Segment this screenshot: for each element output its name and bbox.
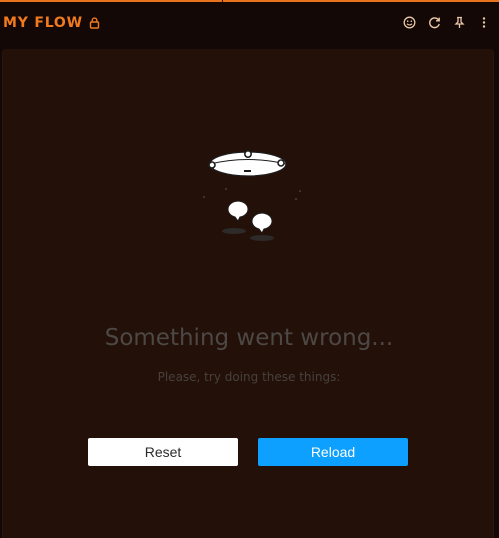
app-title: MY FLOW xyxy=(3,14,83,31)
refresh-icon[interactable] xyxy=(427,16,441,30)
smiley-icon[interactable] xyxy=(402,16,416,30)
pin-icon[interactable] xyxy=(452,16,466,30)
error-panel: Something went wrong... Please, try doin… xyxy=(2,49,494,538)
error-title: Something went wrong... xyxy=(104,325,394,351)
reset-button[interactable]: Reset xyxy=(88,438,238,466)
header-actions xyxy=(402,16,491,30)
error-subtitle: Please, try doing these things: xyxy=(157,370,341,384)
lock-icon[interactable] xyxy=(89,16,100,29)
reload-button[interactable]: Reload xyxy=(258,438,408,466)
app-window: MY FLOW Something went wrong... Please, … xyxy=(0,0,499,538)
title-group: MY FLOW xyxy=(3,15,100,31)
ufo-illustration xyxy=(196,137,316,257)
more-vertical-icon[interactable] xyxy=(477,16,491,30)
header-bar: MY FLOW xyxy=(0,2,499,43)
